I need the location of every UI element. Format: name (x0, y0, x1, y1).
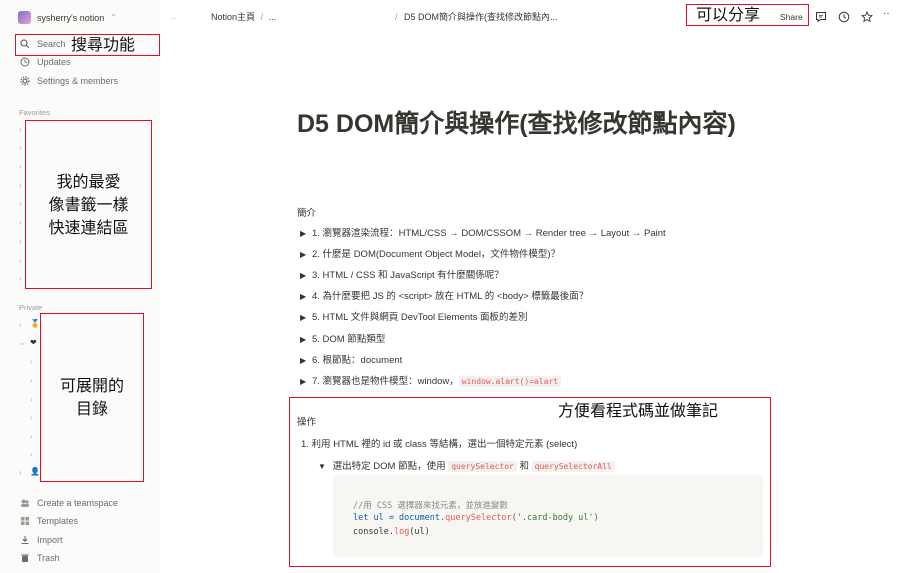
trash-item[interactable]: Trash (20, 553, 60, 563)
toggle-label: 3. HTML / CSS 和 JavaScript 有什麼關係呢？ (312, 270, 504, 281)
trash-label: Trash (37, 553, 60, 563)
child-expand-arrow[interactable]: › (30, 377, 33, 385)
clock-icon (20, 57, 30, 67)
favorite-expand-arrow[interactable]: › (19, 275, 22, 283)
workspace-name: sysherry's notion (37, 12, 105, 23)
annotation-box-code (289, 397, 771, 567)
create-teamspace-label: Create a teamspace (37, 498, 119, 508)
child-expand-arrow[interactable]: › (30, 433, 33, 441)
toggle-triangle-icon[interactable]: ▶ (300, 250, 312, 259)
medal-icon: 🏅 (30, 319, 40, 328)
annotation-private: 可展開的 目錄 (59, 376, 124, 418)
toggle-triangle-icon[interactable]: ▶ (300, 271, 312, 280)
favorite-expand-arrow[interactable]: › (19, 126, 22, 134)
toggle-item[interactable]: ▶ 4. 為什麼要把 JS 的 <script> 放在 HTML 的 <body>… (300, 288, 588, 302)
person-icon: 👤 (30, 467, 40, 476)
chevron-updown-icon: ⌃ (110, 13, 117, 22)
heart-icon: ❤ (30, 338, 37, 347)
intro-heading: 簡介 (297, 208, 317, 219)
annotation-search: 搜尋功能 (71, 35, 136, 54)
breadcrumb: Notion主頁 / ... (211, 10, 276, 23)
toggle-label: 2. 什麼是 DOM(Document Object Model，文件物件模型)… (312, 249, 561, 260)
toggle-triangle-icon[interactable]: ▶ (300, 229, 312, 238)
toggle-item[interactable]: ▶ 5. DOM 節點類型 (300, 331, 385, 345)
favorite-expand-arrow[interactable]: › (19, 200, 22, 208)
annotation-share: 可以分享 (696, 5, 761, 24)
private-expand-arrow[interactable]: › (19, 469, 22, 477)
templates-label: Templates (37, 516, 79, 526)
breadcrumb-separator: / (395, 12, 398, 22)
history-clock-icon[interactable] (838, 11, 850, 23)
toggle-label: 5. DOM 節點類型 (312, 334, 386, 345)
toggle-item[interactable]: ▶ 7. 瀏覽器也是物件模型：window， window.alart()=alar… (300, 373, 562, 387)
updates-label: Updates (37, 57, 71, 67)
breadcrumb-current-label: D5 DOM簡介與操作(查找修改節點內... (404, 12, 558, 22)
templates-icon (21, 517, 29, 525)
toggle-item[interactable]: ▶ 2. 什麼是 DOM(Document Object Model，文件物件模型… (300, 246, 560, 260)
create-teamspace-item[interactable]: Create a teamspace (20, 498, 118, 508)
toggle-triangle-icon[interactable]: ▶ (300, 313, 312, 322)
annotation-favorites: 我的最愛 像書籤一樣 快速連結區 (48, 172, 129, 237)
favorite-expand-arrow[interactable]: › (19, 163, 22, 171)
templates-item[interactable]: Templates (20, 516, 78, 526)
favorite-expand-arrow[interactable]: › (19, 219, 22, 227)
breadcrumb-current-page[interactable]: / D5 DOM簡介與操作(查找修改節點內... (395, 10, 558, 23)
toggle-triangle-icon[interactable]: ▶ (300, 377, 312, 386)
sidebar-updates[interactable]: Updates (20, 57, 71, 67)
child-expand-arrow[interactable]: › (30, 358, 33, 366)
comment-icon[interactable] (815, 11, 827, 23)
teamspace-icon (21, 499, 29, 507)
toggle-label: 5. HTML 文件與網頁 DevTool Elements 面板的差別 (312, 312, 528, 323)
gear-icon (20, 76, 30, 86)
trash-icon (21, 554, 29, 562)
toggle-triangle-icon[interactable]: ▶ (300, 356, 312, 365)
page-title[interactable]: D5 DOM簡介與操作(查找修改節點內容) (297, 108, 747, 141)
private-expand-arrow[interactable]: › (19, 321, 22, 329)
toggle-label: 7. 瀏覽器也是物件模型：window， (312, 376, 459, 387)
toggle-item[interactable]: ▶ 5. HTML 文件與網頁 DevTool Elements 面板的差別 (300, 309, 528, 323)
import-icon (21, 536, 29, 545)
toggle-label: 6. 根節點：document (312, 355, 403, 366)
toggle-triangle-icon[interactable]: ▶ (300, 292, 312, 301)
child-expand-arrow[interactable]: › (30, 396, 33, 404)
child-expand-arrow[interactable]: › (30, 451, 33, 459)
annotation-code: 方便看程式碼並做筆記 (558, 401, 719, 420)
favorite-star-icon[interactable] (861, 11, 873, 23)
workspace-icon (18, 11, 31, 24)
import-label: Import (37, 535, 63, 545)
inline-code: window.alart()=alart (458, 376, 562, 387)
favorite-expand-arrow[interactable]: › (19, 257, 22, 265)
more-options-icon[interactable]: ·· (883, 8, 890, 19)
favorite-expand-arrow[interactable]: › (19, 144, 22, 152)
child-expand-arrow[interactable]: › (30, 414, 33, 422)
page-icon: _ (171, 10, 176, 19)
favorites-heading: Favorites (19, 108, 50, 117)
toggle-item[interactable]: ▶ 1. 瀏覽器渲染流程：HTML/CSS → DOM/CSSOM → Rende… (300, 225, 666, 239)
toggle-item[interactable]: ▶ 3. HTML / CSS 和 JavaScript 有什麼關係呢？ (300, 267, 504, 281)
breadcrumb-separator: / (260, 12, 264, 22)
breadcrumb-ellipsis[interactable]: ... (269, 12, 277, 22)
toggle-item[interactable]: ▶ 6. 根節點：document (300, 352, 402, 366)
favorite-expand-arrow[interactable]: › (19, 182, 22, 190)
sidebar-settings[interactable]: Settings & members (20, 76, 118, 86)
toggle-triangle-icon[interactable]: ▶ (300, 335, 312, 344)
toggle-label: 1. 瀏覽器渲染流程：HTML/CSS → DOM/CSSOM → Render… (312, 228, 666, 239)
breadcrumb-item-home[interactable]: Notion主頁 (211, 12, 255, 22)
settings-label: Settings & members (37, 76, 119, 86)
private-collapse-arrow[interactable]: ⌄ (19, 339, 26, 347)
favorite-expand-arrow[interactable]: › (19, 238, 22, 246)
toggle-label: 4. 為什麼要把 JS 的 <script> 放在 HTML 的 <body> … (312, 291, 589, 302)
import-item[interactable]: Import (20, 535, 63, 545)
workspace-switcher[interactable]: sysherry's notion ⌃ (18, 11, 117, 24)
private-heading: Private (19, 303, 43, 312)
